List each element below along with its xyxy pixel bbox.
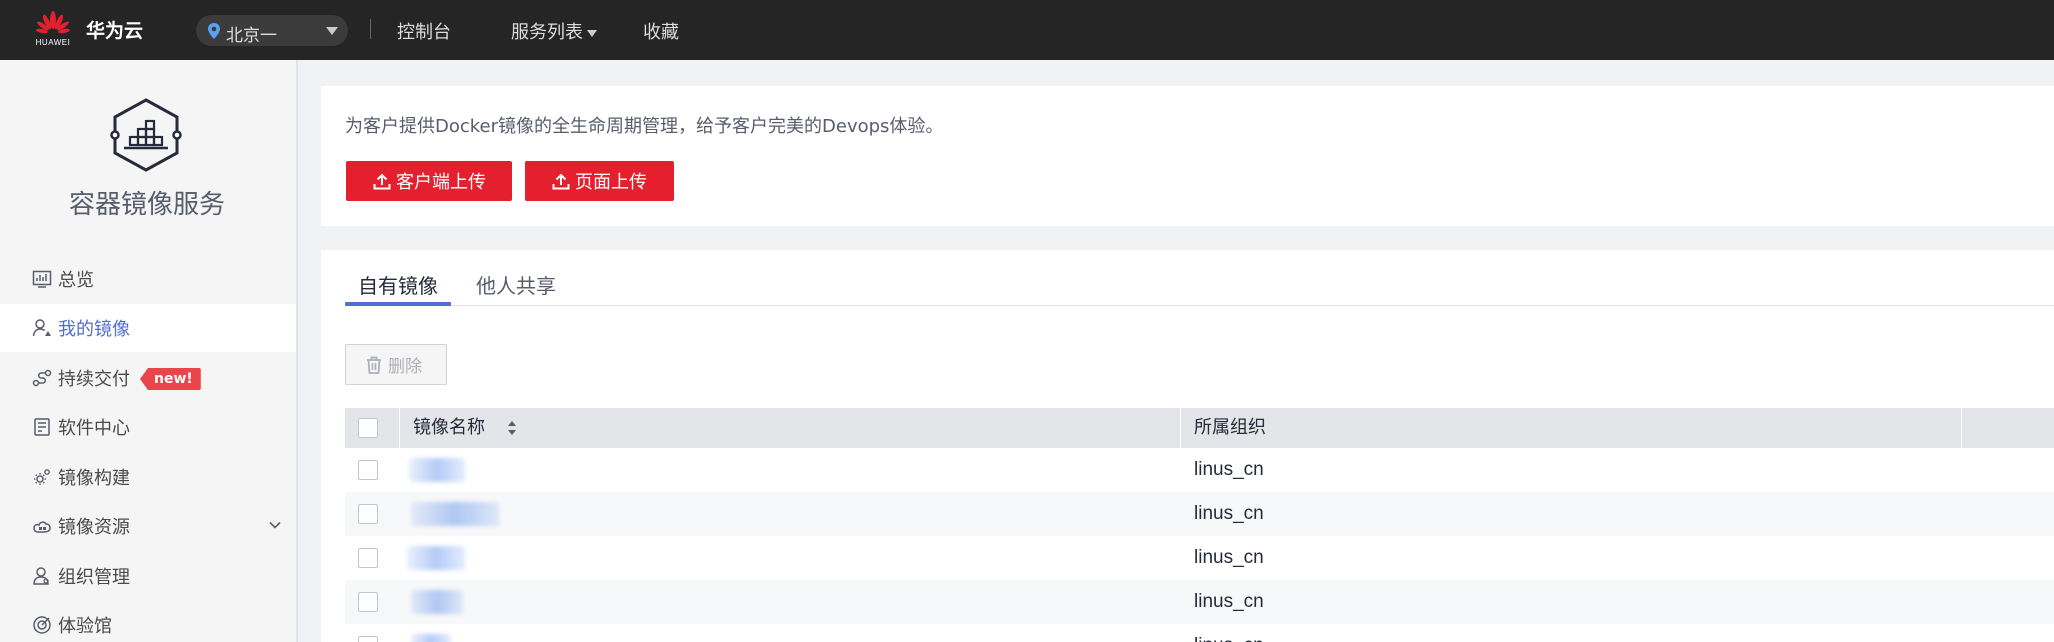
organization-cell: linus_cn bbox=[1194, 624, 1264, 642]
sidebar-item-my-images[interactable]: 我的镜像 bbox=[0, 304, 296, 352]
select-all-checkbox[interactable] bbox=[358, 418, 378, 438]
sidebar-item-overview[interactable]: 总览 bbox=[0, 255, 296, 303]
row-checkbox[interactable] bbox=[358, 548, 378, 568]
intro-panel: 为客户提供Docker镜像的全生命周期管理，给予客户完美的Devops体验。 客… bbox=[321, 86, 2054, 226]
column-header-label: 镜像名称 bbox=[413, 417, 485, 438]
page-upload-button[interactable]: 页面上传 bbox=[525, 161, 674, 201]
table-row[interactable]: linus_cn bbox=[345, 492, 2054, 536]
nav-favorites[interactable]: 收藏 bbox=[643, 18, 679, 44]
organization-icon bbox=[33, 567, 49, 585]
delete-button[interactable]: 删除 bbox=[345, 344, 447, 385]
organization-cell: linus_cn bbox=[1194, 547, 1264, 568]
sidebar-item-label: 持续交付 bbox=[58, 369, 130, 390]
container-registry-icon bbox=[110, 98, 182, 172]
sidebar-item-software-center[interactable]: 软件中心 bbox=[0, 403, 296, 451]
row-checkbox[interactable] bbox=[358, 460, 378, 480]
pipeline-icon bbox=[32, 369, 52, 387]
experience-icon bbox=[33, 616, 51, 634]
chevron-down-icon[interactable] bbox=[268, 518, 282, 532]
image-name-link[interactable] bbox=[411, 502, 499, 526]
sidebar: 容器镜像服务 总览 我的镜像 持续交付 new! 软件中心 镜像构建 镜像资源 … bbox=[0, 60, 298, 642]
sidebar-item-continuous-delivery[interactable]: 持续交付 new! bbox=[0, 354, 296, 402]
column-header-organization[interactable]: 所属组织 bbox=[1194, 408, 1266, 448]
intro-text: 为客户提供Docker镜像的全生命周期管理，给予客户完美的Devops体验。 bbox=[345, 116, 944, 137]
chevron-down-icon bbox=[326, 27, 338, 35]
sidebar-item-label: 体验馆 bbox=[58, 616, 112, 637]
huawei-flower-icon bbox=[36, 11, 70, 34]
new-badge: new! bbox=[140, 368, 201, 390]
upload-icon bbox=[552, 173, 570, 190]
table-row[interactable]: linus_cn bbox=[345, 448, 2054, 492]
region-label: 北京一 bbox=[226, 26, 277, 46]
sidebar-item-label: 总览 bbox=[58, 270, 94, 291]
logo-text: HUAWEI bbox=[35, 38, 71, 47]
sidebar-item-label: 我的镜像 bbox=[58, 319, 130, 340]
region-selector[interactable]: 北京一 bbox=[196, 15, 348, 46]
sidebar-item-label: 组织管理 bbox=[58, 567, 130, 588]
build-gear-icon bbox=[34, 469, 50, 485]
huawei-logo[interactable]: HUAWEI bbox=[34, 11, 72, 49]
top-navigation-bar: HUAWEI 华为云 北京一 控制台 服务列表 收藏 bbox=[0, 0, 2054, 60]
tab-divider bbox=[345, 305, 2054, 306]
trash-icon bbox=[367, 356, 381, 374]
client-upload-button[interactable]: 客户端上传 bbox=[346, 161, 512, 201]
row-checkbox[interactable] bbox=[358, 504, 378, 524]
user-image-icon bbox=[32, 319, 51, 337]
dashboard-icon bbox=[32, 270, 52, 288]
sidebar-item-label: 镜像资源 bbox=[58, 517, 130, 538]
table-row[interactable]: linus_cn bbox=[345, 536, 2054, 580]
page-upload-label: 页面上传 bbox=[575, 172, 647, 193]
sidebar-item-label: 软件中心 bbox=[58, 418, 130, 439]
images-panel: 自有镜像 他人共享 删除 镜像名称 所属组织 linus_cn linus_cn… bbox=[321, 250, 2054, 642]
table-row[interactable]: linus_cn bbox=[345, 580, 2054, 624]
column-header-image-name[interactable]: 镜像名称 bbox=[413, 408, 485, 448]
caret-down-icon bbox=[587, 29, 597, 37]
sidebar-item-image-resources[interactable]: 镜像资源 bbox=[0, 502, 296, 550]
sidebar-item-label: 镜像构建 bbox=[58, 468, 130, 489]
tab-shared-images[interactable]: 他人共享 bbox=[476, 270, 556, 299]
client-upload-label: 客户端上传 bbox=[396, 172, 486, 193]
tab-own-images[interactable]: 自有镜像 bbox=[358, 270, 438, 299]
sidebar-item-image-build[interactable]: 镜像构建 bbox=[0, 453, 296, 501]
location-pin-icon bbox=[208, 23, 220, 39]
brand-name[interactable]: 华为云 bbox=[86, 16, 143, 43]
sidebar-item-organization[interactable]: 组织管理 bbox=[0, 552, 296, 600]
delete-label: 删除 bbox=[388, 357, 422, 377]
nav-console[interactable]: 控制台 bbox=[397, 18, 451, 44]
nav-service-list-label: 服务列表 bbox=[511, 22, 583, 43]
column-divider bbox=[399, 408, 400, 448]
column-divider bbox=[1180, 408, 1181, 448]
row-checkbox[interactable] bbox=[358, 592, 378, 612]
organization-cell: linus_cn bbox=[1194, 459, 1264, 480]
image-name-link[interactable] bbox=[411, 590, 463, 614]
sidebar-item-experience[interactable]: 体验馆 bbox=[0, 601, 296, 642]
row-checkbox[interactable] bbox=[358, 636, 378, 642]
sort-icon[interactable] bbox=[507, 420, 517, 436]
nav-service-list[interactable]: 服务列表 bbox=[511, 18, 597, 44]
service-name: 容器镜像服务 bbox=[68, 190, 225, 220]
image-name-link[interactable] bbox=[411, 634, 451, 642]
image-name-link[interactable] bbox=[409, 458, 465, 482]
active-tab-indicator bbox=[345, 302, 451, 306]
image-name-link[interactable] bbox=[407, 546, 465, 570]
images-table: 镜像名称 所属组织 linus_cn linus_cn linus_cn lin… bbox=[345, 408, 2054, 642]
upload-icon bbox=[373, 173, 391, 190]
image-resource-icon bbox=[33, 521, 51, 533]
column-divider bbox=[1961, 408, 1962, 448]
organization-cell: linus_cn bbox=[1194, 591, 1264, 612]
table-header: 镜像名称 所属组织 bbox=[345, 408, 2054, 448]
table-row[interactable]: linus_cn bbox=[345, 624, 2054, 642]
nav-divider bbox=[370, 19, 371, 39]
organization-cell: linus_cn bbox=[1194, 503, 1264, 524]
software-center-icon bbox=[34, 418, 50, 436]
